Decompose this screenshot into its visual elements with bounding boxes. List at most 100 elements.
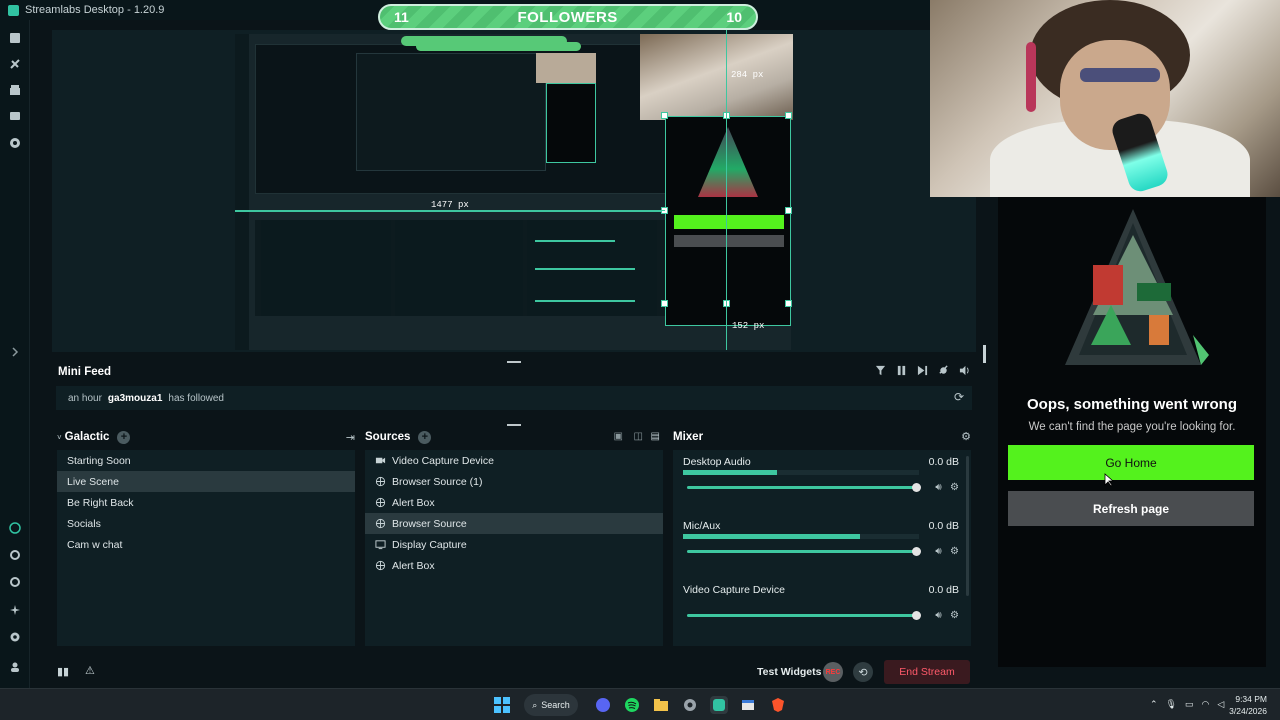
mixer-settings-gear-icon[interactable]: ⚙ [961,430,971,443]
slider-knob[interactable] [912,611,921,620]
splitter-handle[interactable] [507,424,521,426]
add-scene-icon[interactable]: + [117,430,131,444]
source-item-selected[interactable]: Browser Source [365,513,663,534]
goal-target: 10 [726,9,742,25]
end-stream-button[interactable]: End Stream [884,660,970,684]
editor-preview-area[interactable]: 284 px 1477 px 152 px [52,30,976,352]
settings-gear-icon[interactable] [681,696,699,714]
globe-icon [375,497,386,508]
file-explorer-icon[interactable] [652,696,670,714]
webcam-source-small[interactable] [640,34,793,120]
expand-chevron-icon[interactable] [9,346,21,358]
scene-item[interactable]: Be Right Back [57,492,355,513]
mixer-scrollbar[interactable] [966,456,969,596]
scene-item[interactable]: Starting Soon [57,450,355,471]
alert-warning-icon[interactable]: ⚠ [85,664,95,677]
microphone-icon[interactable]: 🎙︎ [1166,699,1177,710]
resize-handle[interactable] [661,112,668,119]
windows-start-icon[interactable] [493,696,511,714]
globe-icon [375,560,386,571]
height-dimension-bottom: 152 px [732,321,765,331]
taskbar-search[interactable]: ⌕ Search [524,694,578,716]
channel-settings-gear-icon[interactable]: ⚙ [949,482,960,493]
sparkle-icon[interactable] [9,604,21,616]
streamlabs-logo-icon [8,4,19,16]
taskbar-clock[interactable]: 9:34 PM 3/24/2026 [1227,693,1267,717]
test-widgets-button[interactable]: Test Widgets [757,666,821,678]
mixer-channel: Desktop Audio 0.0 dB 🔊︎ ⚙ [683,456,959,506]
mixer-channel: Video Capture Device 0.0 dB 🔊︎ ⚙ [683,584,959,634]
volume-slider[interactable] [687,547,921,556]
slider-knob[interactable] [912,483,921,492]
performance-stats-icon[interactable]: ▮▮ [57,665,69,678]
go-home-button[interactable]: Go Home [1008,445,1254,480]
resize-handle[interactable] [785,112,792,119]
wifi-icon[interactable]: ◠ [1202,699,1210,710]
channel-settings-gear-icon[interactable]: ⚙ [949,546,960,557]
brave-browser-icon[interactable] [769,696,787,714]
store-icon[interactable] [9,84,21,96]
selective-recording-icon[interactable]: ▣ [614,431,623,442]
clock-time: 9:34 PM [1235,694,1267,704]
scene-item[interactable]: Socials [57,513,355,534]
integrations-icon[interactable] [9,576,21,588]
mini-feed-title: Mini Feed [58,366,112,378]
mute-alerts-icon[interactable] [938,365,949,376]
resize-handle[interactable] [785,300,792,307]
source-item[interactable]: Display Capture [365,534,663,555]
settings-gear-icon[interactable] [9,631,21,643]
mixer-channels: Desktop Audio 0.0 dB 🔊︎ ⚙ Mic/Aux 0.0 dB… [673,450,971,646]
resize-handle[interactable] [785,207,792,214]
themes-icon[interactable] [9,58,21,70]
scene-item-active[interactable]: Live Scene [57,471,355,492]
volume-slider[interactable] [687,611,921,620]
event-user[interactable]: ga3mouza1 [108,393,162,404]
resize-handle[interactable] [661,300,668,307]
record-icon[interactable] [9,137,21,149]
slider-knob[interactable] [912,547,921,556]
mixer-title: Mixer [673,431,704,443]
mute-speaker-icon[interactable]: 🔊︎ [933,482,944,493]
profile-icon[interactable] [9,661,21,673]
source-item[interactable]: Alert Box [365,555,663,576]
skip-icon[interactable] [917,365,928,376]
windows-taskbar: ⌕ Search ⌃ 🎙︎ ▭ ◠ ◁ 9:34 PM 3/24/2026 [0,688,1280,720]
mute-speaker-icon[interactable]: 🔊︎ [933,610,944,621]
window-app-icon[interactable] [739,696,757,714]
filter-icon[interactable] [875,365,886,376]
add-folder-icon[interactable]: ▤ [651,431,660,442]
streamlabs-app: Streamlabs Desktop - 1.20.9 284 px 1477 … [0,0,1280,720]
source-item[interactable]: Browser Source (1) [365,471,663,492]
refresh-page-button[interactable]: Refresh page [1008,491,1254,526]
add-source-icon[interactable]: + [418,430,432,444]
channel-settings-gear-icon[interactable]: ⚙ [949,610,960,621]
scene-transitions-icon[interactable]: ⇥ [346,431,355,444]
browser-source-selected[interactable] [665,116,791,326]
discord-icon[interactable] [594,696,612,714]
network-icon[interactable]: ▭ [1185,699,1194,710]
link-icon[interactable] [9,549,21,561]
source-item[interactable]: Video Capture Device [365,450,663,471]
volume-slider[interactable] [687,483,921,492]
volume-icon[interactable] [959,365,970,376]
pause-icon[interactable] [896,365,907,376]
scene-collection-title[interactable]: Galactic [65,431,110,443]
scene-item[interactable]: Cam w chat [57,534,355,555]
tray-chevron-up-icon[interactable]: ⌃ [1150,699,1158,710]
record-button[interactable]: REC [823,662,843,682]
panel-resize-handle[interactable] [983,345,986,363]
repeat-alert-icon[interactable]: ⟳ [954,390,964,404]
source-item[interactable]: Alert Box [365,492,663,513]
clock-date: 3/24/2026 [1229,706,1267,716]
speaker-icon[interactable]: ◁ [1217,699,1224,710]
collapse-chevron-icon[interactable]: ˅ [57,433,62,442]
mute-speaker-icon[interactable]: 🔊︎ [933,546,944,557]
source-label: Browser Source [392,517,467,530]
ungroup-icon[interactable]: ◫ [634,431,643,442]
spotify-icon[interactable] [623,696,641,714]
editor-icon[interactable] [9,32,21,44]
ultra-icon[interactable] [9,522,21,534]
apps-icon[interactable] [9,110,21,122]
replay-buffer-icon[interactable]: ⟲ [853,662,873,682]
streamlabs-taskbar-icon[interactable] [710,696,728,714]
